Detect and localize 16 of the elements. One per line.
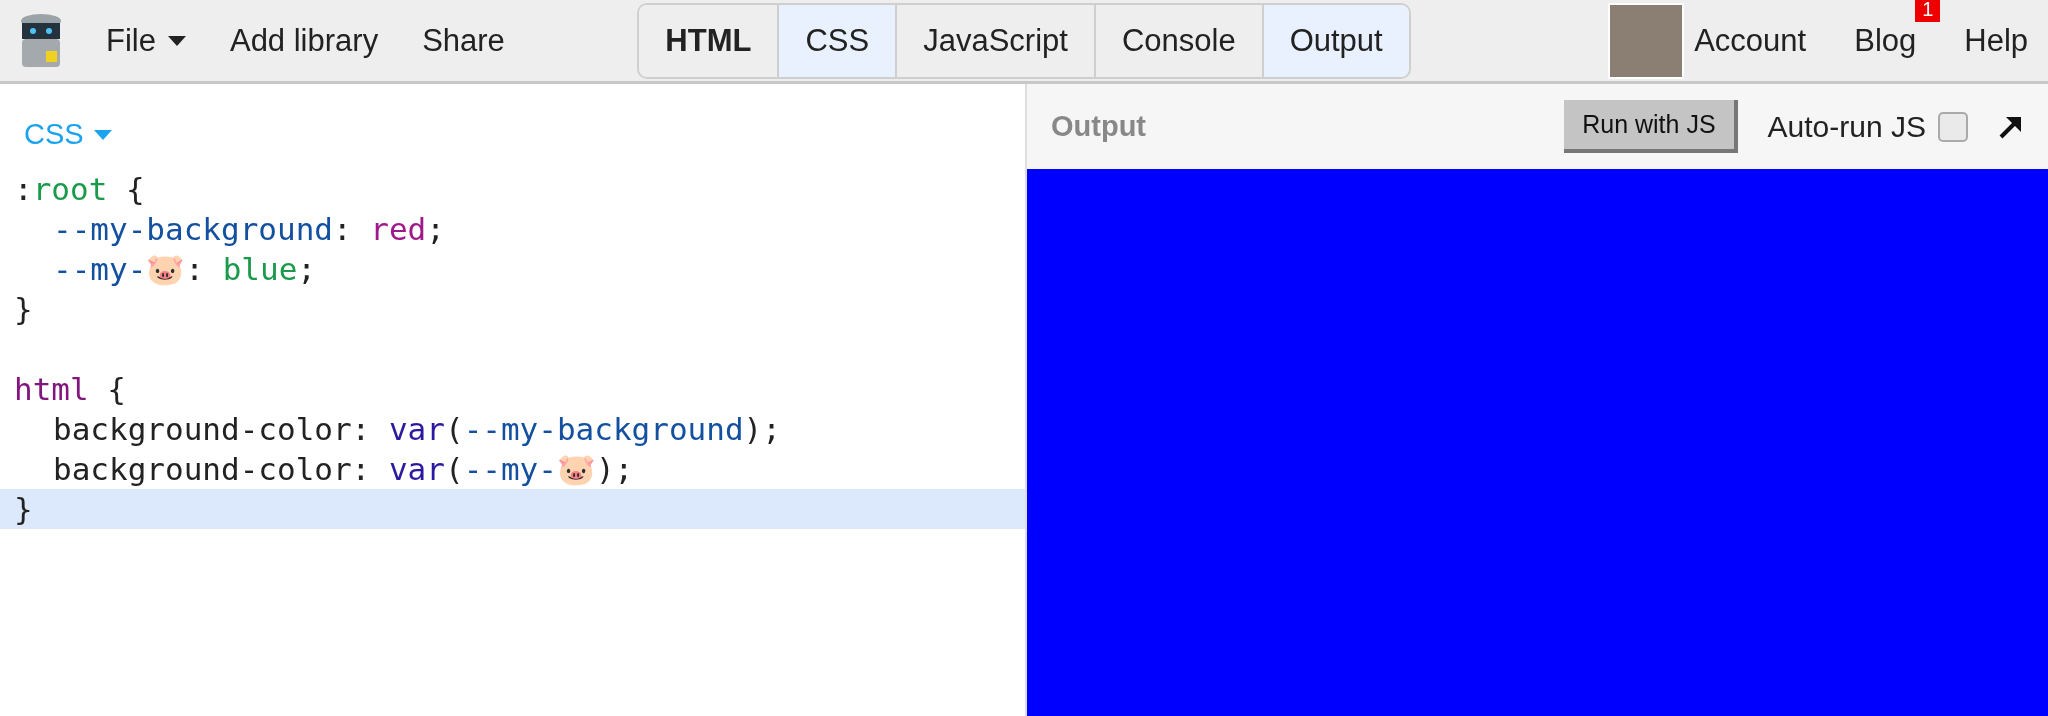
menu-item[interactable]: Share bbox=[422, 22, 505, 59]
nav-link[interactable]: Help bbox=[1964, 22, 2028, 59]
caret-icon bbox=[93, 129, 112, 140]
checkbox[interactable] bbox=[1938, 111, 1968, 142]
tab[interactable]: CSS bbox=[777, 4, 896, 77]
nav-link[interactable]: Blog bbox=[1854, 22, 1917, 59]
notification-badge: 1 bbox=[1915, 0, 1941, 22]
panel-title: Output bbox=[1051, 110, 1147, 143]
tab[interactable]: Output bbox=[1261, 4, 1409, 77]
trash-can-logo-icon bbox=[20, 12, 62, 69]
menu-item[interactable]: Add library bbox=[229, 22, 379, 59]
caret-icon bbox=[167, 35, 186, 46]
checkbox-label: Auto-run JS bbox=[1767, 109, 1926, 144]
menu-item[interactable]: File bbox=[106, 22, 186, 59]
run-button[interactable]: Run with JS bbox=[1564, 100, 1738, 153]
account-link[interactable]: Account bbox=[1608, 2, 1807, 79]
